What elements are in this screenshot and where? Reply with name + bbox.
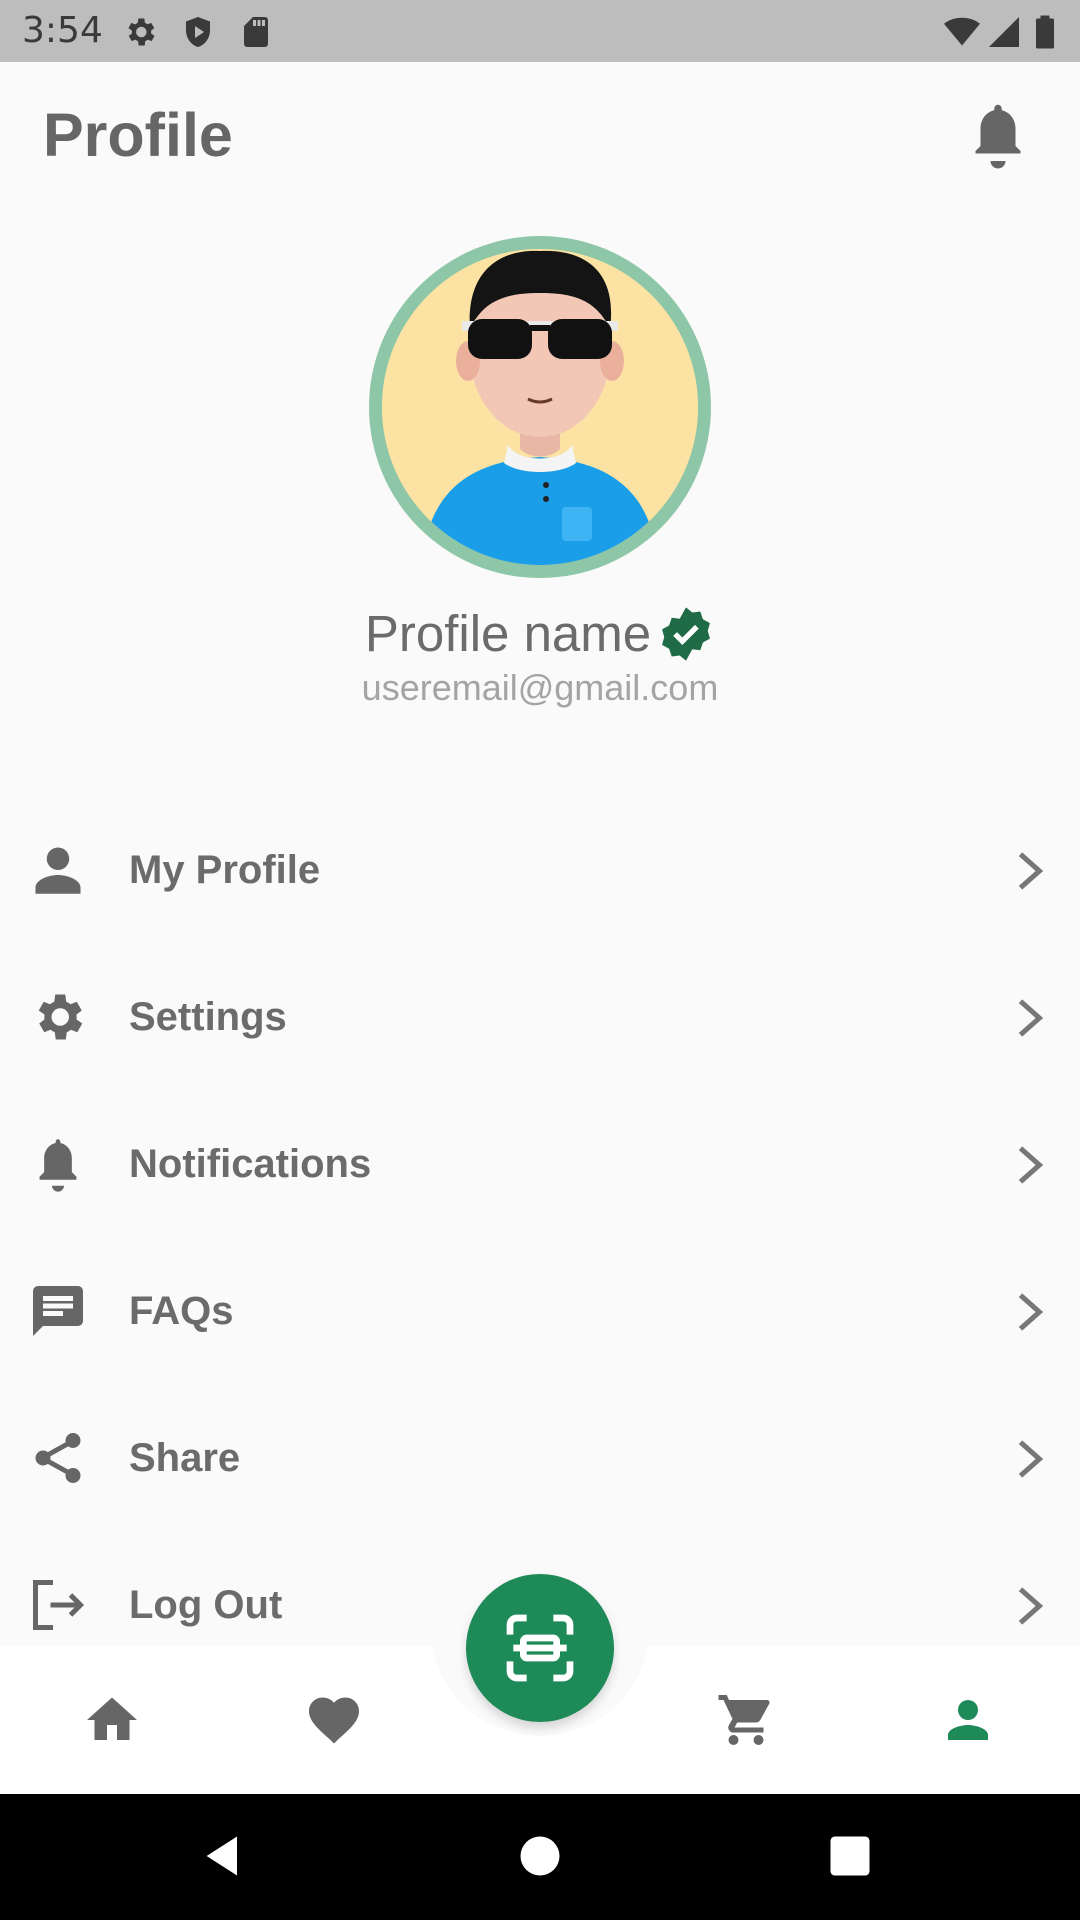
menu-item-label: Share <box>129 1436 241 1480</box>
chevron-right-icon <box>1016 1144 1046 1186</box>
back-icon[interactable] <box>198 1830 250 1882</box>
scan-button[interactable] <box>466 1574 614 1722</box>
person-icon <box>28 840 88 900</box>
profile-name: Profile name <box>364 605 652 662</box>
menu-item-label: Settings <box>129 995 287 1039</box>
status-time: 3:54 <box>22 10 103 51</box>
home-icon[interactable] <box>82 1690 142 1750</box>
menu-item-my-profile[interactable]: My Profile <box>0 800 1080 947</box>
system-navigation-bar <box>0 1794 1080 1920</box>
shield-icon <box>180 14 216 50</box>
verified-badge-icon <box>657 605 715 663</box>
heart-icon[interactable] <box>304 1690 364 1750</box>
wifi-icon <box>942 14 982 50</box>
menu-item-notifications[interactable]: Notifications <box>0 1094 1080 1241</box>
chevron-right-icon <box>1016 850 1046 892</box>
battery-icon <box>1032 14 1058 50</box>
scan-icon <box>506 1614 574 1682</box>
bell-icon <box>28 1134 88 1194</box>
signal-icon <box>986 14 1022 50</box>
avatar-image <box>382 249 698 565</box>
profile-menu: My Profile Settings Notifications FAQs S… <box>0 800 1080 1682</box>
gear-icon <box>122 14 158 50</box>
recents-icon[interactable] <box>824 1830 876 1882</box>
status-bar: 3:54 <box>0 0 1080 62</box>
chevron-right-icon <box>1016 1438 1046 1480</box>
menu-item-faqs[interactable]: FAQs <box>0 1241 1080 1388</box>
bell-icon[interactable] <box>968 100 1028 172</box>
person-icon[interactable] <box>938 1690 998 1750</box>
logout-icon <box>28 1575 88 1635</box>
chevron-right-icon <box>1016 997 1046 1039</box>
menu-item-label: My Profile <box>129 848 321 892</box>
cart-icon[interactable] <box>716 1690 776 1750</box>
gear-icon <box>28 987 88 1047</box>
chevron-right-icon <box>1016 1291 1046 1333</box>
menu-item-label: FAQs <box>129 1289 234 1333</box>
menu-item-settings[interactable]: Settings <box>0 947 1080 1094</box>
profile-email: useremail@gmail.com <box>361 667 719 708</box>
menu-item-share[interactable]: Share <box>0 1388 1080 1535</box>
home-circle-icon[interactable] <box>514 1830 566 1882</box>
chat-icon <box>28 1281 88 1341</box>
chevron-right-icon <box>1016 1585 1046 1627</box>
page-title: Profile <box>43 101 233 169</box>
profile-name-row: Profile name <box>0 604 1080 663</box>
menu-item-label: Log Out <box>129 1583 283 1627</box>
avatar[interactable] <box>369 236 711 578</box>
share-icon <box>28 1428 88 1488</box>
sd-card-icon <box>238 14 274 50</box>
menu-item-label: Notifications <box>129 1142 372 1186</box>
